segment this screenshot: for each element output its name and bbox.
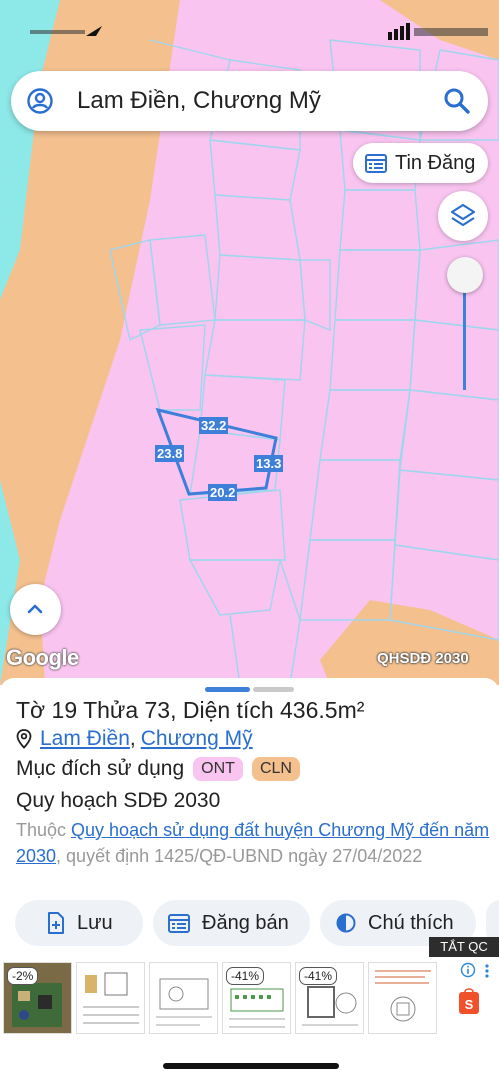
tin-dang-button[interactable]: Tin Đăng [353, 143, 488, 183]
post-sale-button[interactable]: Đăng bán [153, 900, 310, 946]
calendar-list-icon [365, 154, 387, 173]
schematic-image [156, 978, 212, 1026]
ad-controls: S [459, 962, 489, 1014]
layer-name-label: QHSDĐ 2030 [377, 650, 469, 667]
search-icon[interactable] [443, 87, 471, 115]
add-file-icon [48, 912, 64, 934]
search-bar[interactable] [11, 71, 488, 131]
schematic-image [375, 970, 431, 1022]
discount-badge: -41% [226, 967, 265, 985]
google-logo: Google [6, 645, 79, 670]
post-sale-label: Đăng bán [202, 911, 289, 934]
commune-link[interactable]: Lam Điền [40, 727, 130, 751]
action-bar: Lưu Đăng bán Chú thích [0, 900, 499, 946]
signal-battery-icon [388, 23, 488, 40]
save-label: Lưu [77, 911, 113, 934]
location-pin-icon [16, 729, 32, 749]
ad-product-image[interactable]: -2% [3, 962, 72, 1034]
home-indicator[interactable] [163, 1063, 339, 1069]
ad-product-image[interactable] [76, 962, 145, 1034]
discount-badge: -2% [7, 967, 39, 985]
ont-badge: ONT [193, 757, 243, 781]
purpose-label: Mục đích sử dụng [16, 757, 185, 780]
ad-product-image[interactable]: -41% [295, 962, 364, 1034]
opacity-slider-handle[interactable] [447, 257, 483, 293]
ad-product-image[interactable]: -41% [222, 962, 291, 1034]
tin-dang-label: Tin Đăng [395, 151, 476, 174]
opacity-slider-track[interactable] [463, 276, 466, 390]
expand-up-button[interactable] [10, 584, 61, 635]
more-vert-icon [485, 964, 489, 978]
land-purpose: Mục đích sử dụng ONT CLN [16, 757, 300, 781]
account-icon[interactable] [27, 88, 53, 114]
dimension-label: 20.2 [208, 484, 238, 501]
sheet-handle-active[interactable] [205, 687, 250, 692]
status-bar [0, 0, 499, 60]
discount-badge: -41% [299, 967, 338, 985]
close-ad-button[interactable]: TẮT QC [429, 937, 499, 957]
search-input[interactable] [77, 83, 437, 119]
svg-text:S: S [465, 997, 474, 1012]
sheet-handle[interactable] [253, 687, 294, 692]
ad-product-image[interactable] [368, 962, 437, 1034]
save-button[interactable]: Lưu [15, 900, 143, 946]
parcel-title: Tờ 19 Thửa 73, Diện tích 436.5m² [16, 697, 365, 723]
desc-prefix: Thuộc [16, 820, 72, 840]
carrier-info [30, 26, 102, 36]
plan-title: Quy hoạch SDĐ 2030 [16, 789, 221, 812]
chevron-up-icon [27, 604, 43, 614]
location-separator: , [129, 727, 136, 750]
parcel-location: Lam Điền , Chương Mỹ [16, 727, 253, 751]
ad-product-image[interactable] [149, 962, 218, 1034]
cln-badge: CLN [251, 757, 300, 781]
dimension-label: 32.2 [199, 417, 229, 434]
district-link[interactable]: Chương Mỹ [141, 727, 253, 751]
desc-suffix: , quyết định 1425/QĐ-UBND ngày 27/04/202… [56, 846, 423, 866]
plan-description: Thuộc Quy hoạch sử dụng đất huyện Chương… [16, 817, 491, 869]
schematic-image [83, 972, 139, 1024]
contrast-icon [336, 913, 356, 933]
layers-icon [450, 203, 476, 227]
dimension-label: 23.8 [155, 445, 185, 462]
calendar-list-icon [168, 914, 190, 933]
layers-button[interactable] [438, 191, 488, 241]
dimension-label: 13.3 [254, 455, 284, 472]
legend-label: Chú thích [368, 911, 454, 934]
